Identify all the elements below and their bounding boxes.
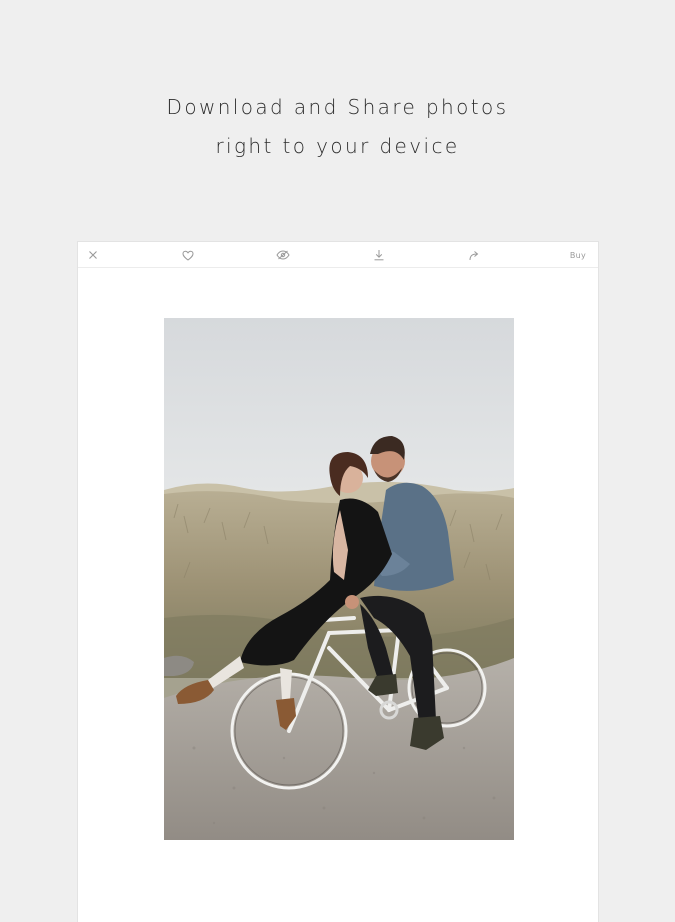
viewer-toolbar: Buy — [78, 242, 598, 268]
photo[interactable] — [164, 318, 514, 840]
like-button[interactable] — [180, 247, 196, 263]
close-icon — [89, 251, 97, 259]
buy-label: Buy — [569, 250, 587, 260]
buy-button[interactable]: Buy — [567, 247, 589, 263]
eye-off-icon — [276, 250, 290, 260]
headline: Download and Share photos right to your … — [0, 88, 675, 166]
photo-viewer-card: Buy — [78, 242, 598, 922]
couple-on-bicycle-image — [164, 318, 514, 840]
headline-line-1: Download and Share photos — [166, 95, 509, 119]
heart-icon — [182, 250, 194, 261]
close-button[interactable] — [85, 247, 101, 263]
download-icon — [374, 250, 384, 261]
share-button[interactable] — [466, 247, 482, 263]
download-button[interactable] — [371, 247, 387, 263]
share-icon — [469, 250, 479, 260]
hide-button[interactable] — [275, 247, 291, 263]
headline-line-2: right to your device — [215, 134, 460, 158]
